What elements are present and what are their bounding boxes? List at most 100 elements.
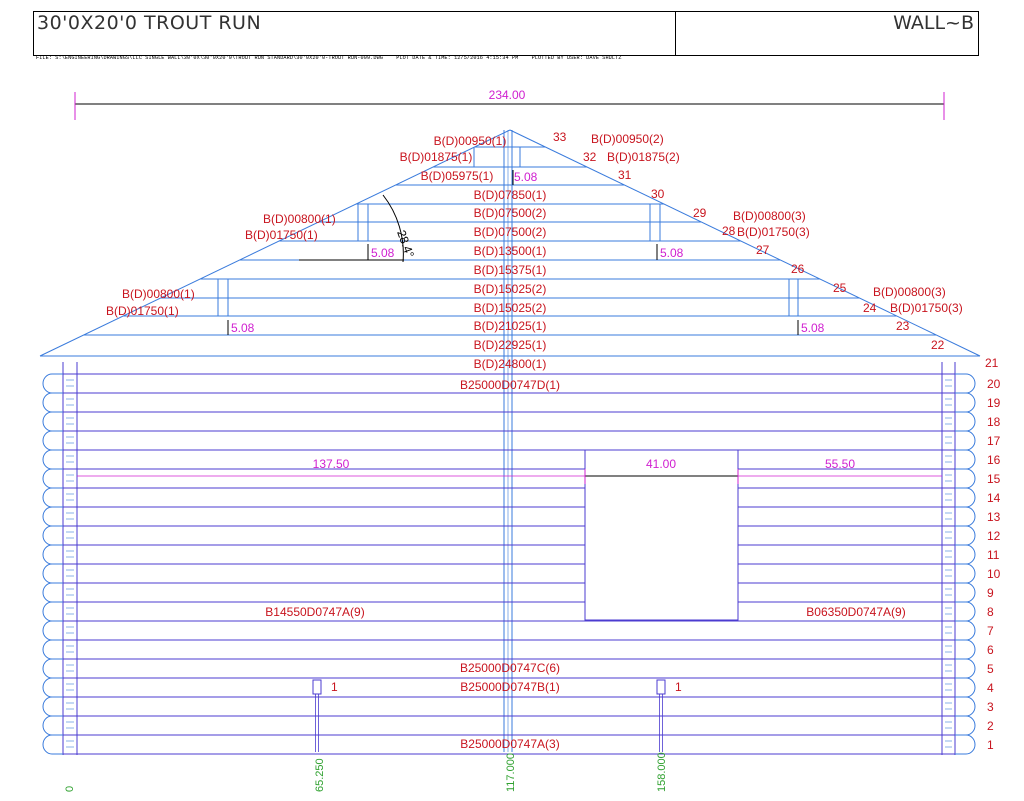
log-end-left bbox=[42, 373, 63, 394]
gable-course-number: 22 bbox=[931, 338, 945, 352]
log-end-left bbox=[42, 582, 63, 603]
gable-course-number: 29 bbox=[693, 206, 707, 220]
baseline-mark: 117.000 bbox=[505, 753, 517, 792]
gap-dimension-label: 5.08 bbox=[801, 321, 825, 335]
log-end-right bbox=[955, 430, 976, 451]
post-label: 1 bbox=[331, 680, 338, 694]
gable-log-label: B(D)07500(2) bbox=[474, 206, 547, 220]
log-end-left bbox=[42, 696, 63, 717]
wall-row-number: 18 bbox=[987, 415, 1001, 429]
log-end-left bbox=[42, 487, 63, 508]
log-end-left bbox=[42, 563, 63, 584]
gable-course-number: 33 bbox=[553, 130, 567, 144]
wall-row-number: 11 bbox=[987, 548, 1000, 562]
baseline-mark: 65.250 bbox=[314, 758, 326, 792]
log-end-right bbox=[955, 506, 976, 527]
gable-course-number: 24 bbox=[863, 301, 877, 315]
gable-side-label: B(D)01750(1) bbox=[106, 304, 179, 318]
post-marker bbox=[312, 679, 322, 695]
wall-log-label: B25000D0747C(6) bbox=[460, 661, 560, 675]
gable-log-label: B(D)15375(1) bbox=[474, 263, 547, 277]
wall-row-number: 17 bbox=[987, 434, 1001, 448]
wall-row-number: 12 bbox=[987, 529, 1001, 543]
gable-log-label: B(D)22925(1) bbox=[474, 338, 547, 352]
baseline-mark: 0 bbox=[64, 786, 76, 792]
gable-side-label: B(D)00800(3) bbox=[733, 209, 806, 223]
log-end-right bbox=[955, 525, 976, 546]
log-end-right bbox=[955, 449, 976, 470]
right-span-label: 55.50 bbox=[825, 457, 855, 471]
gable-course-number: 21 bbox=[985, 356, 999, 370]
log-end-left bbox=[42, 449, 63, 470]
wall-row-number: 5 bbox=[987, 662, 994, 676]
wall-log-label: B25000D0747B(1) bbox=[460, 680, 559, 694]
wall-row-number: 6 bbox=[987, 643, 994, 657]
wall-log-label: B14550D0747A(9) bbox=[265, 605, 364, 619]
log-end-left bbox=[42, 658, 63, 679]
gable-side-label: B(D)00800(3) bbox=[873, 285, 946, 299]
wall-row-number: 20 bbox=[987, 377, 1001, 391]
log-end-right bbox=[955, 620, 976, 641]
wall-row-number: 19 bbox=[987, 396, 1001, 410]
log-end-right bbox=[955, 658, 976, 679]
gable-side-label: B(D)00800(1) bbox=[263, 212, 336, 226]
log-end-left bbox=[42, 430, 63, 451]
gable-log-label: B(D)15025(2) bbox=[474, 282, 547, 296]
gable-log-label: B(D)05975(1) bbox=[421, 169, 494, 183]
wall-log-label: B25000D0747D(1) bbox=[460, 378, 560, 392]
log-end-left bbox=[42, 468, 63, 489]
wall-row-number: 13 bbox=[987, 510, 1001, 524]
log-end-right bbox=[955, 468, 976, 489]
log-end-left bbox=[42, 734, 63, 755]
gable-course-number: 28 bbox=[722, 224, 736, 238]
overall-dimension-label: 234.00 bbox=[489, 88, 526, 102]
log-end-right bbox=[955, 696, 976, 717]
gable-course-number: 26 bbox=[791, 262, 805, 276]
log-end-left bbox=[42, 715, 63, 736]
log-end-right bbox=[955, 715, 976, 736]
wall-row-number: 3 bbox=[987, 700, 994, 714]
log-end-right bbox=[955, 639, 976, 660]
gable-log-label: B(D)01875(1) bbox=[400, 150, 473, 164]
log-end-left bbox=[42, 525, 63, 546]
gable-course-number: 30 bbox=[651, 187, 665, 201]
opening-label: 41.00 bbox=[646, 457, 676, 471]
wall-log-label: B06350D0747A(9) bbox=[806, 605, 905, 619]
log-end-right bbox=[955, 734, 976, 755]
log-end-left bbox=[42, 411, 63, 432]
gap-dimension-label: 5.08 bbox=[231, 321, 255, 335]
left-span-label: 137.50 bbox=[313, 457, 350, 471]
gable-side-label: B(D)01750(1) bbox=[245, 228, 318, 242]
log-end-right bbox=[955, 411, 976, 432]
wall-row-number: 2 bbox=[987, 719, 994, 733]
drawing-labels: 234.00 28.4° B(D)00950(1) B(D)01875(1) B(D)0… bbox=[64, 88, 1001, 792]
baseline-mark: 158.000 bbox=[656, 752, 668, 792]
gable-right-roof-line bbox=[509, 129, 981, 357]
wall-row-number: 4 bbox=[987, 681, 994, 695]
angle-label: 28.4° bbox=[394, 228, 417, 259]
wall-row-number: 15 bbox=[987, 472, 1001, 486]
log-end-right bbox=[955, 601, 976, 622]
gable-log-label: B(D)15025(2) bbox=[474, 301, 547, 315]
gap-dimension-label: 5.08 bbox=[514, 170, 538, 184]
gable-course-number: 31 bbox=[618, 168, 632, 182]
log-end-right bbox=[955, 487, 976, 508]
log-end-right bbox=[955, 544, 976, 565]
gable-course-number: 27 bbox=[756, 243, 770, 257]
gable-course-number: 25 bbox=[833, 281, 847, 295]
gable-log-label: B(D)24800(1) bbox=[474, 357, 547, 371]
log-end-left bbox=[42, 677, 63, 698]
log-end-left bbox=[42, 639, 63, 660]
post-label: 1 bbox=[675, 680, 682, 694]
wall-row-number: 1 bbox=[987, 738, 994, 752]
wall-row-number: 16 bbox=[987, 453, 1001, 467]
gable-log-label: B(D)00950(1) bbox=[434, 134, 507, 148]
post-marker bbox=[656, 679, 666, 695]
gable-log-label: B(D)21025(1) bbox=[474, 319, 547, 333]
wall-row-number: 10 bbox=[987, 567, 1001, 581]
log-end-right bbox=[955, 373, 976, 394]
log-end-left bbox=[42, 620, 63, 641]
log-end-right bbox=[955, 582, 976, 603]
gable-log-label: B(D)13500(1) bbox=[474, 244, 547, 258]
gable-course-number: 32 bbox=[583, 150, 597, 164]
